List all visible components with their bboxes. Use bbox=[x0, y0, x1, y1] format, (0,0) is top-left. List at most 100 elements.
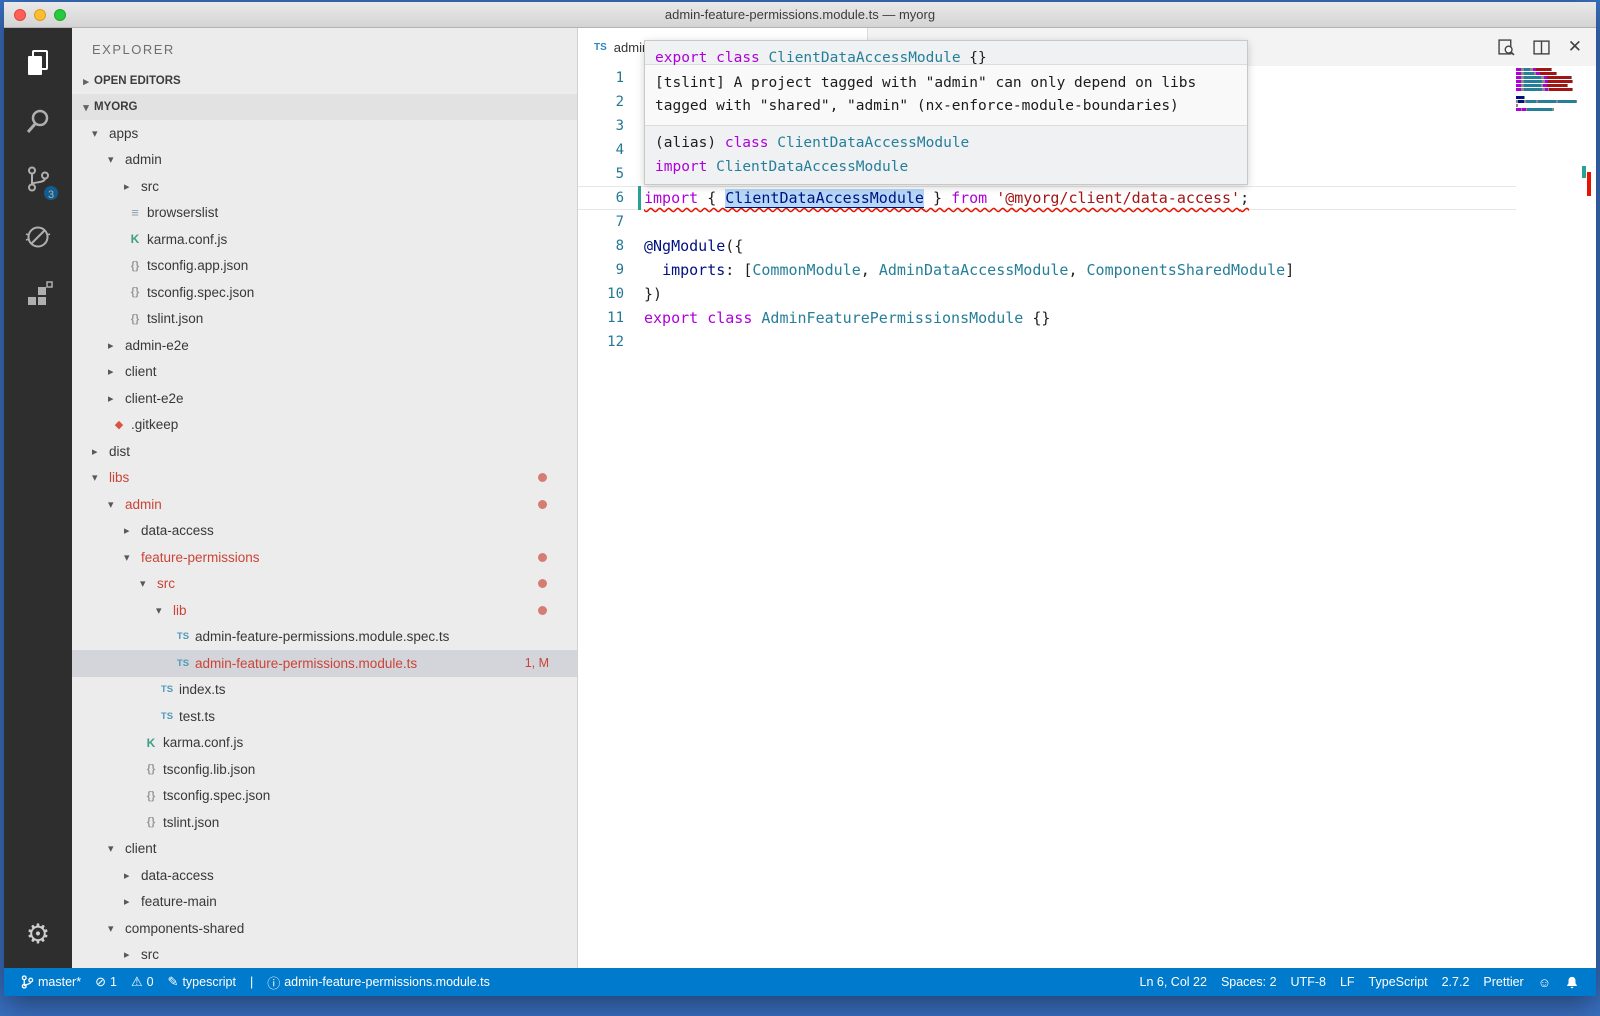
vscode-window: admin-feature-permissions.module.ts — my… bbox=[4, 2, 1596, 996]
tree-item-feature-main[interactable]: ▸feature-main bbox=[72, 889, 577, 916]
tree-item-tsconfig.spec.json[interactable]: {}tsconfig.spec.json bbox=[72, 783, 577, 810]
overview-ruler bbox=[1580, 66, 1594, 968]
tree-item-admin[interactable]: ▾admin bbox=[72, 147, 577, 174]
tree-item-feature-permissions[interactable]: ▾feature-permissions bbox=[72, 544, 577, 571]
status-label: 2.7.2 bbox=[1442, 975, 1470, 989]
status-formatter[interactable]: Prettier bbox=[1476, 968, 1530, 996]
chevron-right-icon: ▸ bbox=[78, 75, 94, 88]
line-number: 7 bbox=[578, 210, 624, 234]
tree-item-src[interactable]: ▾src bbox=[72, 571, 577, 598]
activity-debug[interactable] bbox=[4, 210, 72, 268]
hover-tooltip: export class ClientDataAccessModule {} [… bbox=[644, 40, 1248, 185]
tree-item-admin-feature-permissions.module.spec.ts[interactable]: TSadmin-feature-permissions.module.spec.… bbox=[72, 624, 577, 651]
chevron-down-icon: ▾ bbox=[124, 551, 138, 564]
status-language-mode[interactable]: TypeScript bbox=[1362, 968, 1435, 996]
activity-search[interactable] bbox=[4, 94, 72, 152]
chevron-down-icon: ▾ bbox=[156, 604, 170, 617]
tree-item-label: feature-main bbox=[141, 894, 217, 909]
code-line-8[interactable]: 8@NgModule({ bbox=[578, 234, 1516, 258]
chevron-right-icon: ▸ bbox=[124, 524, 138, 537]
tree-item-admin-feature-permissions.module.ts[interactable]: TSadmin-feature-permissions.module.ts1, … bbox=[72, 650, 577, 677]
tree-item-tslint.json[interactable]: {}tslint.json bbox=[72, 809, 577, 836]
tree-item-label: admin bbox=[125, 497, 162, 512]
minimize-window-button[interactable] bbox=[34, 9, 46, 21]
status-cursor-position[interactable]: Ln 6, Col 22 bbox=[1133, 968, 1214, 996]
file-tree: ▾apps▾admin▸src≡browserslistKkarma.conf.… bbox=[72, 120, 577, 968]
close-window-button[interactable] bbox=[14, 9, 26, 21]
activity-source-control[interactable]: 3 bbox=[4, 152, 72, 210]
tree-item-tsconfig.app.json[interactable]: {}tsconfig.app.json bbox=[72, 253, 577, 280]
code-line-11[interactable]: 11export class AdminFeaturePermissionsMo… bbox=[578, 306, 1516, 330]
tree-item-label: admin bbox=[125, 152, 162, 167]
status-warning-count[interactable]: ⚠0 bbox=[124, 968, 161, 996]
tree-item-src[interactable]: ▸src bbox=[72, 942, 577, 969]
minimap[interactable] bbox=[1516, 68, 1578, 116]
chevron-down-icon: ▾ bbox=[108, 153, 122, 166]
status-eol[interactable]: LF bbox=[1333, 968, 1362, 996]
open-preview-icon[interactable] bbox=[1498, 39, 1515, 56]
workspace-root-header[interactable]: ▾ MYORG bbox=[72, 94, 577, 120]
tree-item-client-e2e[interactable]: ▸client-e2e bbox=[72, 385, 577, 412]
code-line-9[interactable]: 9 imports: [CommonModule, AdminDataAcces… bbox=[578, 258, 1516, 282]
tree-item-client[interactable]: ▸client bbox=[72, 359, 577, 386]
tree-item-karma.conf.js[interactable]: Kkarma.conf.js bbox=[72, 226, 577, 253]
tree-item-label: src bbox=[141, 179, 159, 194]
status-label: LF bbox=[1340, 975, 1355, 989]
status-encoding[interactable]: UTF-8 bbox=[1284, 968, 1333, 996]
line-number: 10 bbox=[578, 282, 624, 306]
status-git-branch[interactable]: master* bbox=[14, 968, 88, 996]
status-feedback[interactable]: ☺ bbox=[1531, 968, 1558, 996]
activity-bar: 3 bbox=[4, 28, 72, 968]
tree-item-tsconfig.lib.json[interactable]: {}tsconfig.lib.json bbox=[72, 756, 577, 783]
tree-item-src[interactable]: ▸src bbox=[72, 173, 577, 200]
tree-item-admin[interactable]: ▾admin bbox=[72, 491, 577, 518]
tree-item-admin-e2e[interactable]: ▸admin-e2e bbox=[72, 332, 577, 359]
status-error-count[interactable]: ⊘1 bbox=[88, 968, 124, 996]
tree-item-test.ts[interactable]: TStest.ts bbox=[72, 703, 577, 730]
line-number: 12 bbox=[578, 330, 624, 354]
json-file-icon: {} bbox=[126, 286, 144, 298]
tree-item-dist[interactable]: ▸dist bbox=[72, 438, 577, 465]
tree-item-data-access[interactable]: ▸data-access bbox=[72, 862, 577, 889]
tree-item-data-access[interactable]: ▸data-access bbox=[72, 518, 577, 545]
line-number: 1 bbox=[578, 66, 624, 90]
settings-gear-icon[interactable]: ⚙ bbox=[26, 919, 50, 950]
tree-item-.gitkeep[interactable]: ◆.gitkeep bbox=[72, 412, 577, 439]
info-icon: ⓘ bbox=[267, 973, 280, 992]
tree-item-karma.conf.js[interactable]: Kkarma.conf.js bbox=[72, 730, 577, 757]
open-editors-header[interactable]: ▸ OPEN EDITORS bbox=[72, 68, 577, 94]
modified-dot bbox=[538, 553, 547, 562]
status-active-file-info[interactable]: ⓘadmin-feature-permissions.module.ts bbox=[260, 968, 497, 996]
tree-item-libs[interactable]: ▾libs bbox=[72, 465, 577, 492]
tree-item-label: tslint.json bbox=[147, 311, 203, 326]
tree-item-client[interactable]: ▾client bbox=[72, 836, 577, 863]
status-typescript-version[interactable]: 2.7.2 bbox=[1435, 968, 1477, 996]
zoom-window-button[interactable] bbox=[54, 9, 66, 21]
status-notifications[interactable] bbox=[1558, 968, 1586, 996]
chevron-down-icon: ▾ bbox=[92, 127, 106, 140]
activity-extensions[interactable] bbox=[4, 268, 72, 326]
status-tslint-status[interactable]: ✎typescript bbox=[161, 968, 243, 996]
status-indentation[interactable]: Spaces: 2 bbox=[1214, 968, 1284, 996]
split-editor-icon[interactable] bbox=[1533, 39, 1550, 56]
activity-explorer[interactable] bbox=[4, 36, 72, 94]
close-icon[interactable]: ✕ bbox=[1568, 37, 1582, 57]
tree-item-apps[interactable]: ▾apps bbox=[72, 120, 577, 147]
code-line-6[interactable]: 6import { ClientDataAccessModule } from … bbox=[578, 186, 1516, 210]
hover-alias: (alias) class ClientDataAccessModuleimpo… bbox=[645, 126, 1247, 184]
tree-item-lib[interactable]: ▾lib bbox=[72, 597, 577, 624]
code-line-12[interactable]: 12 bbox=[578, 330, 1516, 354]
tree-item-label: components-shared bbox=[125, 921, 244, 936]
json-file-icon: {} bbox=[142, 790, 160, 802]
tree-item-browserslist[interactable]: ≡browserslist bbox=[72, 200, 577, 227]
tree-item-components-shared[interactable]: ▾components-shared bbox=[72, 915, 577, 942]
code-line-10[interactable]: 10}) bbox=[578, 282, 1516, 306]
scm-changes-badge: 3 bbox=[42, 184, 60, 202]
tree-item-label: client bbox=[125, 364, 157, 379]
tree-item-tslint.json[interactable]: {}tslint.json bbox=[72, 306, 577, 333]
tree-item-index.ts[interactable]: TSindex.ts bbox=[72, 677, 577, 704]
bell-icon bbox=[1565, 975, 1579, 990]
code-line-7[interactable]: 7 bbox=[578, 210, 1516, 234]
warning-icon: ⚠ bbox=[131, 974, 143, 990]
tree-item-tsconfig.spec.json[interactable]: {}tsconfig.spec.json bbox=[72, 279, 577, 306]
